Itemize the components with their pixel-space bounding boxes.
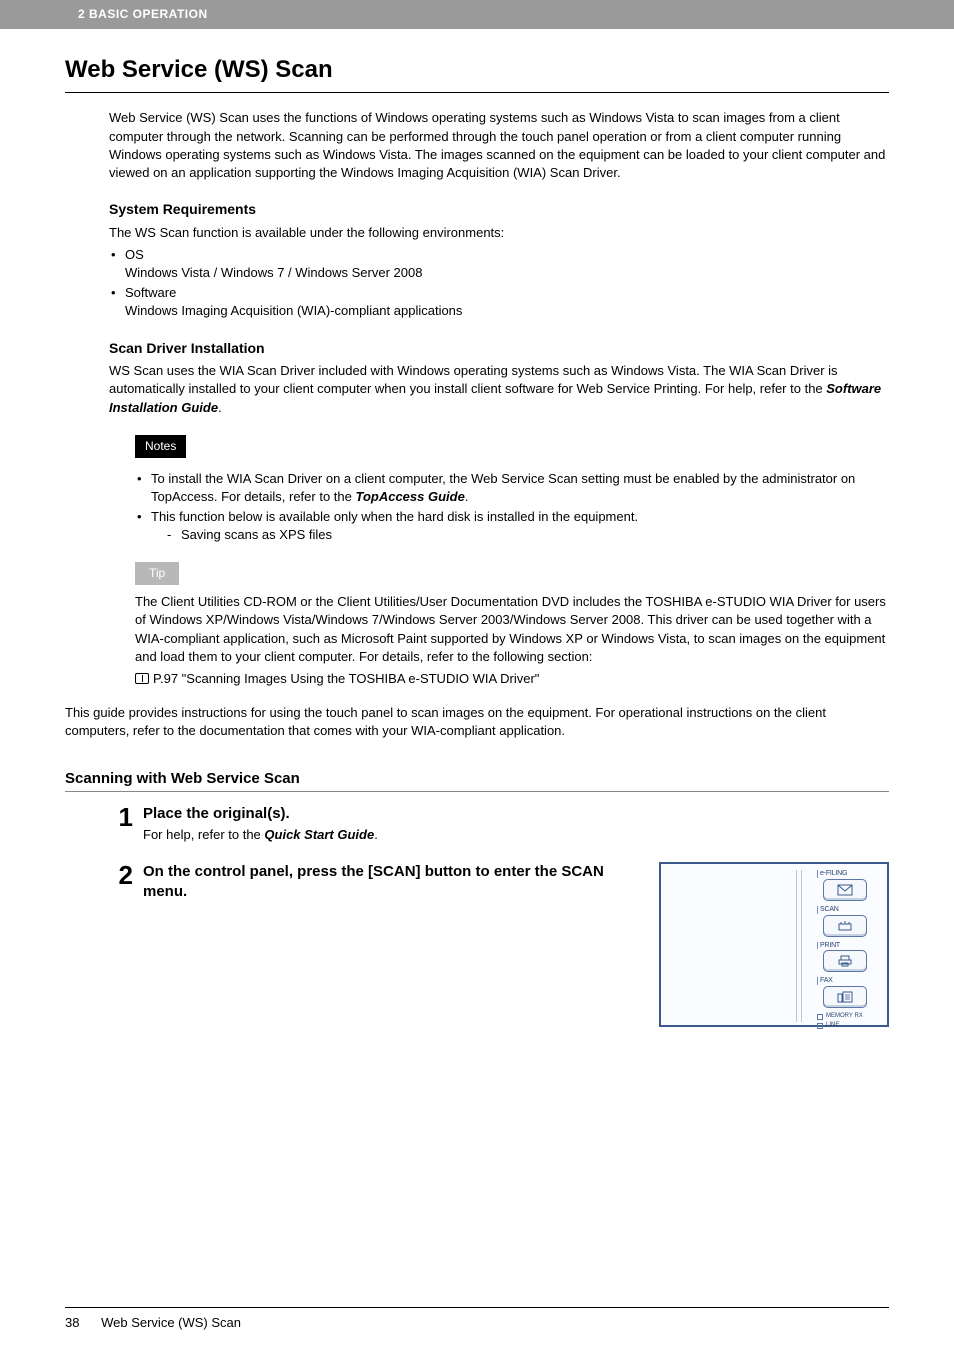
notes-item-2-sub: Saving scans as XPS files <box>151 526 889 544</box>
print-label: PRINT <box>817 942 881 950</box>
book-icon <box>135 673 149 684</box>
efiling-label: e-FILING <box>817 870 881 878</box>
panel-divider <box>801 870 802 1022</box>
step-1-text: For help, refer to the Quick Start Guide… <box>143 826 889 844</box>
os-label: OS <box>125 247 144 262</box>
panel-screen-area <box>667 870 797 1022</box>
tip-body: The Client Utilities CD-ROM or the Clien… <box>135 593 889 666</box>
step-1-number: 1 <box>109 804 143 844</box>
efiling-button <box>823 879 867 901</box>
step1-pre: For help, refer to the <box>143 827 264 842</box>
step-2-title: On the control panel, press the [SCAN] b… <box>143 862 639 901</box>
notes-item-2: This function below is available only wh… <box>135 508 889 544</box>
sysreq-list: OS Windows Vista / Windows 7 / Windows S… <box>109 246 889 321</box>
sysreq-lead: The WS Scan function is available under … <box>109 224 889 242</box>
step-1-title: Place the original(s). <box>143 804 889 824</box>
envelope-icon <box>837 884 853 896</box>
indicator-box-icon <box>817 1023 823 1029</box>
chapter-header: 2 BASIC OPERATION <box>0 0 954 29</box>
tip-label: Tip <box>135 562 179 585</box>
notes-item-1: To install the WIA Scan Driver on a clie… <box>135 470 889 506</box>
notes1-post: . <box>465 489 469 504</box>
quick-start-guide-ref: Quick Start Guide <box>264 827 374 842</box>
driver-text-pre: WS Scan uses the WIA Scan Driver include… <box>109 363 838 396</box>
footer-title: Web Service (WS) Scan <box>101 1315 241 1330</box>
scan-label: SCAN <box>817 906 881 914</box>
page-footer: 38 Web Service (WS) Scan <box>65 1307 889 1332</box>
topaccess-guide-ref: TopAccess Guide <box>355 489 464 504</box>
scan-button <box>823 915 867 937</box>
notes-list: To install the WIA Scan Driver on a clie… <box>135 470 889 545</box>
intro-paragraph: Web Service (WS) Scan uses the functions… <box>109 109 889 182</box>
software-label: Software <box>125 285 176 300</box>
scan-driver-body: WS Scan uses the WIA Scan Driver include… <box>109 362 889 417</box>
scan-driver-heading: Scan Driver Installation <box>109 339 889 359</box>
scan-icon <box>837 920 853 932</box>
os-value: Windows Vista / Windows 7 / Windows Serv… <box>125 265 422 280</box>
tip-ref-text: P.97 "Scanning Images Using the TOSHIBA … <box>153 671 539 686</box>
print-button <box>823 950 867 972</box>
page-title: Web Service (WS) Scan <box>65 53 889 87</box>
fax-icon <box>837 991 853 1003</box>
control-panel-illustration: e-FILING SCAN <box>659 862 889 1027</box>
subsection-heading: Scanning with Web Service Scan <box>65 768 889 792</box>
notes2-text: This function below is available only wh… <box>151 509 638 524</box>
memory-rx-indicator: MEMORY RX <box>817 1013 881 1020</box>
driver-text-post: . <box>218 400 222 415</box>
notes1-pre: To install the WIA Scan Driver on a clie… <box>151 471 855 504</box>
step-2-number: 2 <box>109 862 143 1027</box>
print-icon <box>838 955 852 967</box>
title-rule <box>65 92 889 93</box>
fax-button <box>823 986 867 1008</box>
guide-note: This guide provides instructions for usi… <box>65 704 889 740</box>
memory-rx-label: MEMORY RX <box>826 1013 863 1020</box>
line-label: LINE <box>826 1022 839 1029</box>
notes-label: Notes <box>135 435 186 458</box>
step-1: 1 Place the original(s). For help, refer… <box>109 804 889 844</box>
line-indicator: LINE <box>817 1022 881 1029</box>
fax-label: FAX <box>817 977 881 985</box>
page-number: 38 <box>65 1314 79 1332</box>
system-requirements-heading: System Requirements <box>109 200 889 220</box>
indicator-box-icon <box>817 1014 823 1020</box>
software-value: Windows Imaging Acquisition (WIA)-compli… <box>125 303 462 318</box>
step1-post: . <box>374 827 378 842</box>
tip-reference: P.97 "Scanning Images Using the TOSHIBA … <box>135 670 889 688</box>
step-2: 2 On the control panel, press the [SCAN]… <box>109 862 889 1027</box>
